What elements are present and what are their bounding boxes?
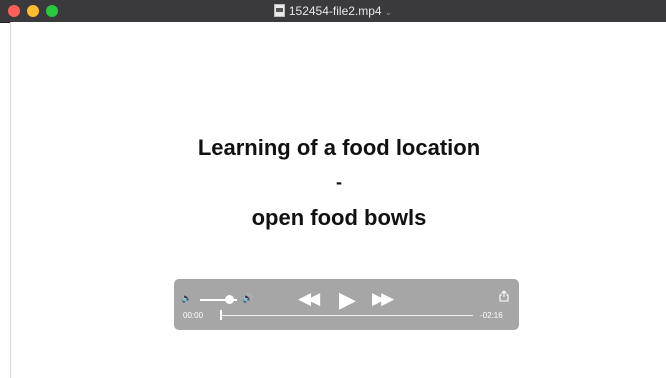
speaker-low-icon[interactable]: 🔈 bbox=[181, 293, 192, 304]
video-title-separator: - bbox=[336, 172, 342, 192]
speaker-high-icon[interactable]: 🔊 bbox=[242, 293, 253, 304]
remaining-time: -02:16 bbox=[480, 311, 503, 320]
window-title: 152454-file2.mp4 bbox=[288, 4, 382, 18]
fast-forward-icon[interactable]: ▶▶ bbox=[372, 289, 394, 309]
window-titlebar: 152454-file2.mp4 ⌄ bbox=[0, 0, 666, 23]
chevron-down-icon[interactable]: ⌄ bbox=[385, 7, 393, 17]
share-icon[interactable] bbox=[499, 290, 509, 302]
video-title-line-2: open food bowls bbox=[251, 205, 427, 230]
progress-bar-playhead[interactable] bbox=[220, 310, 222, 320]
play-icon[interactable]: ▶ bbox=[339, 287, 356, 313]
progress-bar-track[interactable] bbox=[220, 315, 473, 316]
document-icon bbox=[273, 4, 285, 17]
video-frame[interactable]: Learning of a food location - open food … bbox=[10, 22, 666, 378]
window-title-area[interactable]: 152454-file2.mp4 ⌄ bbox=[0, 3, 666, 20]
video-title-line-1: Learning of a food location bbox=[197, 135, 481, 160]
playback-controls: 🔈 🔊 ◀◀ ▶ ▶▶ 00:00 -02:16 bbox=[174, 279, 519, 330]
elapsed-time: 00:00 bbox=[183, 311, 204, 320]
volume-slider-knob[interactable] bbox=[225, 295, 235, 304]
rewind-icon[interactable]: ◀◀ bbox=[298, 289, 320, 309]
